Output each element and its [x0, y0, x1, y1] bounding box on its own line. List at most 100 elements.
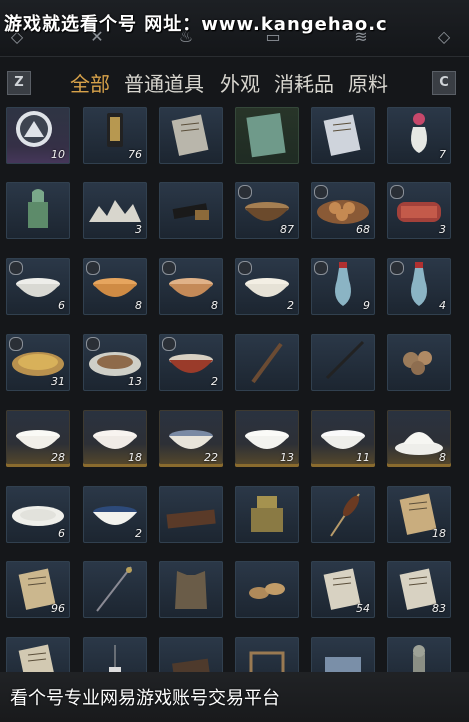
tab-materials[interactable]: 原料 [348, 68, 388, 97]
statue-icon [387, 637, 451, 672]
whip-icon [311, 334, 375, 391]
inventory-slot[interactable]: 3 [83, 182, 147, 239]
inventory-slot[interactable]: 31 [6, 334, 70, 391]
item-count: 8 [211, 299, 218, 312]
item-count: 18 [432, 527, 446, 540]
inventory-slot[interactable]: 9 [311, 258, 375, 315]
inventory-slot[interactable]: 54 [311, 561, 375, 618]
armor-vest-icon [159, 561, 223, 618]
next-tab-key[interactable]: C [432, 71, 456, 95]
item-count: 13 [280, 451, 294, 464]
inventory-slot[interactable] [159, 182, 223, 239]
inventory-slot[interactable] [235, 486, 299, 543]
hairpin-icon [83, 561, 147, 618]
inventory-slot[interactable]: 96 [6, 561, 70, 618]
tab-appearance[interactable]: 外观 [220, 68, 260, 97]
tab-all[interactable]: 全部 [70, 68, 110, 97]
watermark-bottom: 看个号专业网易游戏账号交易平台 [10, 688, 280, 709]
item-count: 10 [51, 148, 65, 161]
inventory-slot[interactable]: 10 [6, 107, 70, 164]
bound-icon [390, 261, 404, 275]
prev-tab-key[interactable]: Z [7, 71, 31, 95]
item-count: 28 [51, 451, 65, 464]
manual-icon [311, 107, 375, 164]
straw-sandals-icon [235, 561, 299, 618]
bound-icon [86, 337, 100, 351]
watermark-top: 游戏就选看个号 网址：www.kangehao.c [4, 14, 388, 35]
item-count: 3 [135, 223, 142, 236]
bronze-seal-icon [235, 486, 299, 543]
bound-icon [162, 261, 176, 275]
item-count: 6 [58, 527, 65, 540]
inventory-slot[interactable] [159, 637, 223, 672]
inventory-slot[interactable]: 6 [6, 258, 70, 315]
inventory-slot[interactable] [6, 182, 70, 239]
bound-icon [390, 185, 404, 199]
bound-icon [238, 261, 252, 275]
inventory-slot[interactable] [311, 334, 375, 391]
item-count: 96 [51, 602, 65, 615]
item-count: 9 [363, 299, 370, 312]
inventory-slot[interactable]: 2 [235, 258, 299, 315]
inventory-slot[interactable]: 83 [387, 561, 451, 618]
bound-icon [86, 261, 100, 275]
inventory-slot[interactable] [159, 107, 223, 164]
item-count: 4 [439, 299, 446, 312]
inventory-slot[interactable] [311, 637, 375, 672]
inventory-slot[interactable]: 2 [159, 334, 223, 391]
inventory-slot[interactable]: 11 [311, 410, 375, 467]
box-lid-icon [159, 637, 223, 672]
inventory-slot[interactable]: 22 [159, 410, 223, 467]
item-count: 3 [439, 223, 446, 236]
inventory-slot[interactable]: 68 [311, 182, 375, 239]
item-count: 8 [439, 451, 446, 464]
tray-icon [159, 486, 223, 543]
top-toolbar: ◇ ✕ ♨ ▭ ≋ ◇ 游戏就选看个号 网址：www.kangehao.c [0, 0, 469, 57]
bound-icon [9, 337, 23, 351]
item-count: 8 [135, 299, 142, 312]
inventory-slot[interactable] [6, 637, 70, 672]
inventory-slot[interactable]: 8 [83, 258, 147, 315]
bound-icon [9, 261, 23, 275]
inventory-slot[interactable] [83, 561, 147, 618]
skewer-icon [311, 486, 375, 543]
inventory-slot[interactable]: 13 [83, 334, 147, 391]
tab-general-items[interactable]: 普通道具 [124, 68, 204, 97]
inventory-slot[interactable]: 18 [387, 486, 451, 543]
inventory-slot[interactable] [159, 561, 223, 618]
inventory-slot[interactable] [83, 637, 147, 672]
inventory-slot[interactable] [387, 637, 451, 672]
inventory-slot[interactable]: 18 [83, 410, 147, 467]
inventory-slot[interactable]: 8 [387, 410, 451, 467]
inventory-slot[interactable]: 2 [83, 486, 147, 543]
inventory-slot[interactable]: 28 [6, 410, 70, 467]
item-count: 6 [58, 299, 65, 312]
inventory-slot[interactable] [159, 486, 223, 543]
inventory-slot[interactable]: 8 [159, 258, 223, 315]
item-count: 2 [287, 299, 294, 312]
inventory-slot[interactable] [235, 637, 299, 672]
inventory-slot[interactable]: 76 [83, 107, 147, 164]
inventory-slot[interactable] [235, 561, 299, 618]
item-count: 13 [128, 375, 142, 388]
bound-icon [314, 261, 328, 275]
inventory-slot[interactable]: 3 [387, 182, 451, 239]
inventory-slot[interactable]: 13 [235, 410, 299, 467]
bound-icon [162, 337, 176, 351]
inventory-slot[interactable] [311, 486, 375, 543]
inventory-slot[interactable]: 7 [387, 107, 451, 164]
inventory-slot[interactable] [235, 334, 299, 391]
category-tabs: Z 全部 普通道具 外观 消耗品 原料 C [0, 60, 469, 106]
tab-consumables[interactable]: 消耗品 [274, 68, 334, 97]
item-count: 87 [280, 223, 294, 236]
inventory-slot[interactable]: 87 [235, 182, 299, 239]
inventory-slot[interactable]: 6 [6, 486, 70, 543]
inventory-slot[interactable]: 4 [387, 258, 451, 315]
e-key-icon[interactable]: ◇ [433, 26, 455, 48]
item-count: 18 [128, 451, 142, 464]
inventory-slot[interactable] [387, 334, 451, 391]
bound-icon [238, 185, 252, 199]
inventory-slot[interactable] [311, 107, 375, 164]
inventory-slot[interactable] [235, 107, 299, 164]
letter-icon [159, 107, 223, 164]
